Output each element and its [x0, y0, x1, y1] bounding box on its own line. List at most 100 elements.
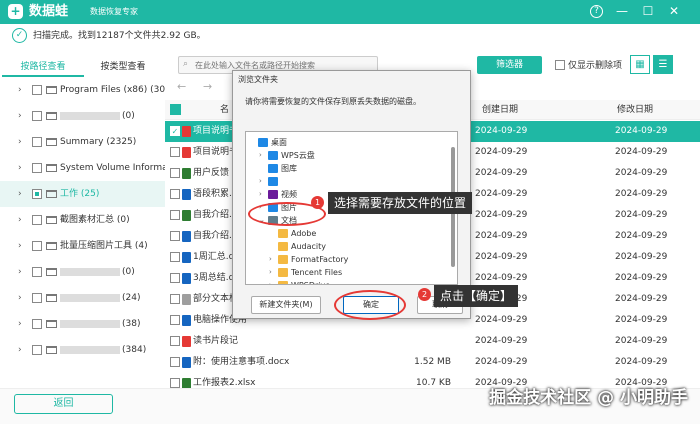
- tree-item[interactable]: › Summary (2325): [0, 129, 165, 155]
- help-button[interactable]: ?: [590, 5, 603, 18]
- tree-checkbox[interactable]: [32, 163, 42, 173]
- tree-item-label: (38): [60, 311, 140, 337]
- back-arrow-icon[interactable]: ←: [177, 80, 186, 93]
- tree-checkbox[interactable]: [32, 189, 42, 199]
- created-date: 2024-09-29: [475, 231, 528, 241]
- file-type-icon: [182, 189, 191, 200]
- folder-icon: [268, 151, 278, 160]
- dialog-folder-label: Adobe: [291, 229, 317, 238]
- dialog-folder-label: Audacity: [291, 242, 327, 251]
- folder-icon: [46, 320, 57, 328]
- chevron-right-icon[interactable]: ›: [18, 337, 22, 363]
- expander-icon[interactable]: ›: [269, 266, 272, 279]
- row-checkbox[interactable]: [170, 147, 180, 157]
- tree-item[interactable]: › (0): [0, 259, 165, 285]
- folder-icon: [46, 86, 57, 94]
- tree-checkbox[interactable]: [32, 267, 42, 277]
- tree-checkbox[interactable]: [32, 319, 42, 329]
- tree-item[interactable]: › 工作 (25): [0, 181, 165, 207]
- row-checkbox[interactable]: [170, 252, 180, 262]
- chevron-right-icon[interactable]: ›: [18, 155, 22, 181]
- header-modified[interactable]: 修改日期: [617, 104, 653, 116]
- folder-icon: [268, 164, 278, 173]
- created-date: 2024-09-29: [475, 147, 528, 157]
- tree-item[interactable]: › (0): [0, 103, 165, 129]
- tree-item[interactable]: › Program Files (x86) (3010: [0, 77, 165, 103]
- file-type-icon: [182, 273, 191, 284]
- tree-checkbox[interactable]: [32, 215, 42, 225]
- filter-button[interactable]: 筛选器: [477, 56, 542, 74]
- modified-date: 2024-09-29: [615, 315, 668, 325]
- tab-by-path[interactable]: 按路径查看: [2, 57, 84, 77]
- watermark: 掘金技术社区 @ 小明助手: [489, 388, 688, 408]
- folder-icon: [46, 138, 57, 146]
- tree-checkbox[interactable]: [32, 137, 42, 147]
- file-name: 语段积累.d: [193, 189, 238, 199]
- select-all-checkbox[interactable]: [170, 104, 181, 115]
- new-folder-button[interactable]: 新建文件夹(M): [251, 296, 321, 314]
- chevron-right-icon[interactable]: ›: [18, 207, 22, 233]
- expander-icon[interactable]: ›: [269, 279, 272, 284]
- file-type-icon: [182, 210, 191, 221]
- tree-checkbox[interactable]: [32, 111, 42, 121]
- tree-checkbox[interactable]: [32, 293, 42, 303]
- header-created[interactable]: 创建日期: [482, 104, 518, 116]
- table-row[interactable]: 读书片段记 2024-09-29 2024-09-29: [165, 331, 700, 352]
- row-checkbox[interactable]: [170, 315, 180, 325]
- tree-item[interactable]: › (38): [0, 311, 165, 337]
- row-checkbox[interactable]: [170, 294, 180, 304]
- chevron-right-icon[interactable]: ›: [18, 233, 22, 259]
- grid-view-icon[interactable]: ▦: [630, 55, 650, 74]
- row-checkbox[interactable]: ✓: [170, 126, 180, 136]
- row-checkbox[interactable]: [170, 231, 180, 241]
- file-name: 自我介绍.p: [193, 210, 238, 220]
- expander-icon[interactable]: ›: [269, 253, 272, 266]
- minimize-button[interactable]: —: [614, 3, 630, 19]
- tree-item[interactable]: › 截图素材汇总 (0): [0, 207, 165, 233]
- expander-icon[interactable]: ›: [259, 175, 262, 188]
- chevron-right-icon[interactable]: ›: [18, 181, 22, 207]
- row-checkbox[interactable]: [170, 168, 180, 178]
- row-checkbox[interactable]: [170, 357, 180, 367]
- redacted-text: [60, 345, 120, 354]
- chevron-right-icon[interactable]: ›: [18, 129, 22, 155]
- deleted-only-checkbox[interactable]: [555, 60, 565, 70]
- row-checkbox[interactable]: [170, 210, 180, 220]
- tree-item[interactable]: › (384): [0, 337, 165, 363]
- tree-checkbox[interactable]: [32, 241, 42, 251]
- row-checkbox[interactable]: [170, 378, 180, 388]
- chevron-right-icon[interactable]: ›: [18, 311, 22, 337]
- folder-icon: [278, 242, 288, 251]
- chevron-right-icon[interactable]: ›: [18, 285, 22, 311]
- row-checkbox[interactable]: [170, 273, 180, 283]
- chevron-right-icon[interactable]: ›: [18, 259, 22, 285]
- deleted-only-label: 仅显示删除项: [568, 61, 623, 71]
- modified-date: 2024-09-29: [615, 168, 668, 178]
- back-button[interactable]: 返回: [14, 394, 113, 414]
- modified-date: 2024-09-29: [615, 336, 668, 346]
- header-name[interactable]: 名: [220, 104, 229, 116]
- expander-icon[interactable]: ›: [259, 149, 262, 162]
- maximize-button[interactable]: ☐: [640, 3, 656, 19]
- folder-icon: [46, 190, 57, 198]
- row-checkbox[interactable]: [170, 336, 180, 346]
- forward-arrow-icon[interactable]: →: [203, 80, 212, 93]
- redacted-text: [60, 293, 120, 302]
- close-button[interactable]: ✕: [666, 3, 682, 19]
- tree-item[interactable]: › (24): [0, 285, 165, 311]
- chevron-right-icon[interactable]: ›: [18, 77, 22, 103]
- table-row[interactable]: 附：使用注意事项.docx 1.52 MB 2024-09-29 2024-09-29: [165, 352, 700, 373]
- tree-item[interactable]: › System Volume Informati: [0, 155, 165, 181]
- created-date: 2024-09-29: [475, 168, 528, 178]
- tree-checkbox[interactable]: [32, 85, 42, 95]
- created-date: 2024-09-29: [475, 126, 528, 136]
- chevron-right-icon[interactable]: ›: [18, 103, 22, 129]
- expander-icon[interactable]: ›: [259, 188, 262, 201]
- folder-icon: [278, 268, 288, 277]
- tree-item[interactable]: › 批量压缩图片工具 (4): [0, 233, 165, 259]
- tree-checkbox[interactable]: [32, 345, 42, 355]
- row-checkbox[interactable]: [170, 189, 180, 199]
- step-1-callout: 选择需要存放文件的位置: [328, 192, 473, 214]
- tab-by-type[interactable]: 按类型查看: [82, 57, 164, 77]
- list-view-icon[interactable]: ☰: [653, 55, 673, 74]
